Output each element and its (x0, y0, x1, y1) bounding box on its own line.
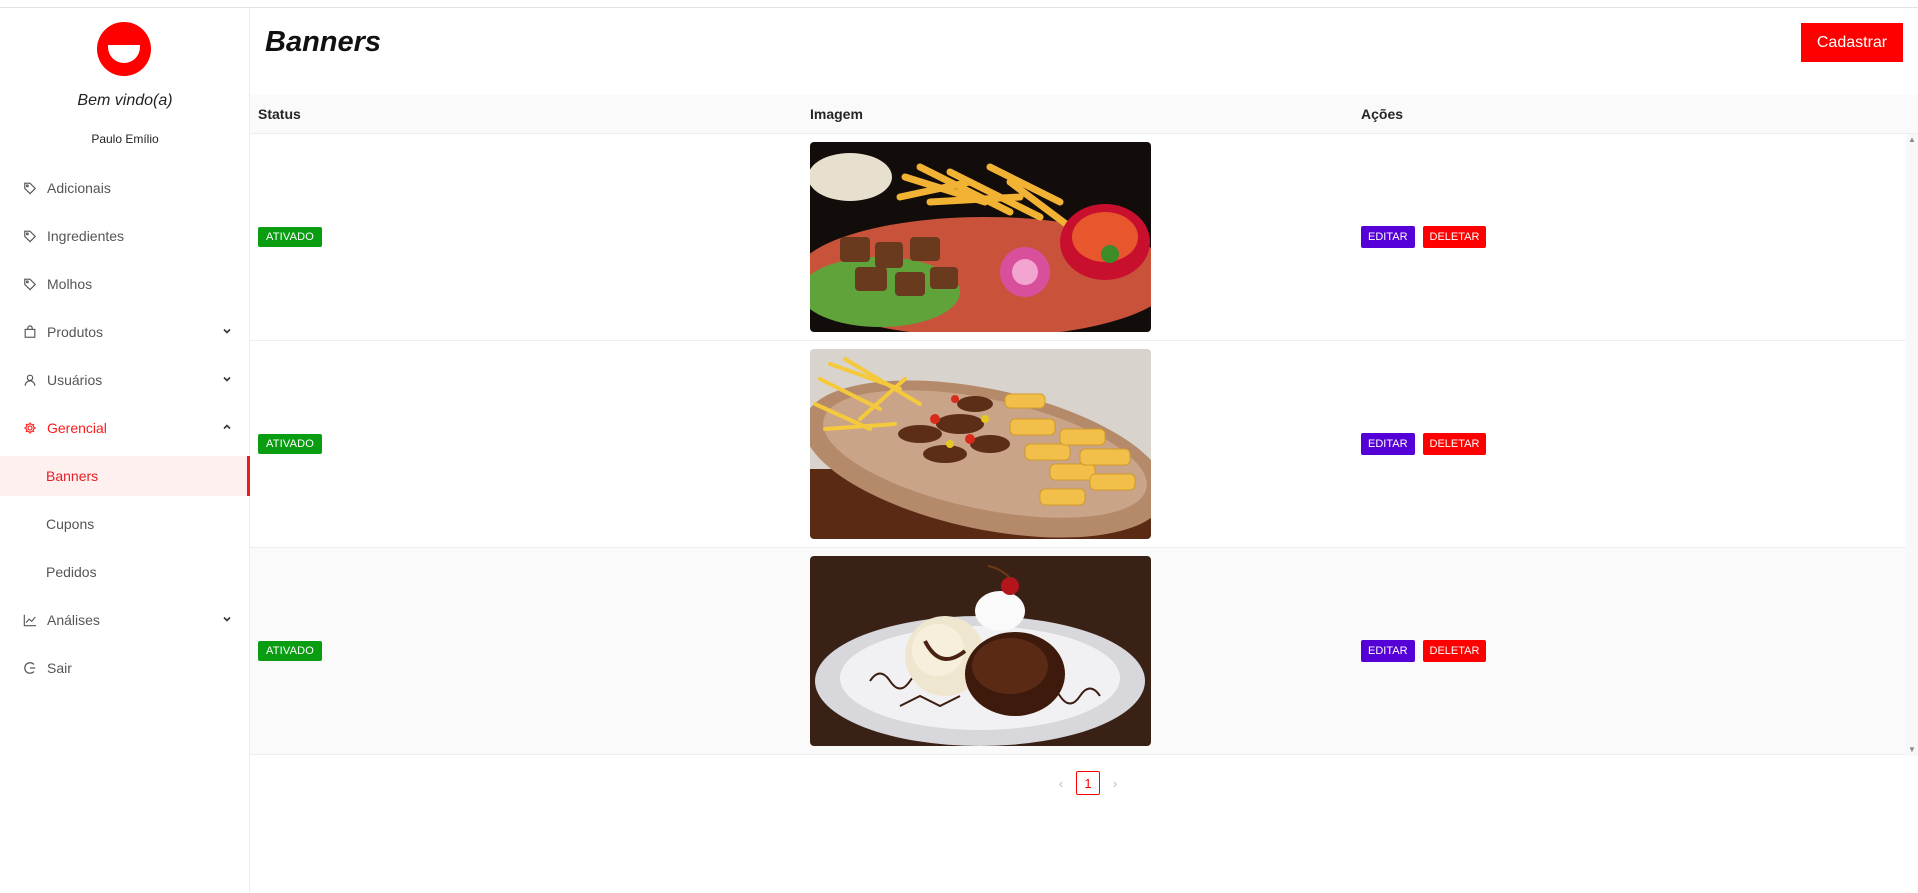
chevron-down-icon (223, 616, 231, 622)
tag-icon (23, 229, 37, 243)
sidebar-item-label: Adicionais (47, 180, 111, 196)
gear-icon (23, 421, 37, 435)
logout-icon (23, 661, 37, 675)
sidebar-item-gerencial[interactable]: Gerencial (0, 404, 250, 452)
page-number[interactable]: 1 (1076, 771, 1100, 795)
delete-button[interactable]: DELETAR (1422, 433, 1487, 455)
delete-button[interactable]: DELETAR (1422, 640, 1487, 662)
create-banner-button[interactable]: Cadastrar (1801, 23, 1903, 62)
column-header-actions[interactable]: Ações (1353, 106, 1918, 122)
sidebar-item-molhos[interactable]: Molhos (0, 260, 250, 308)
sidebar-item-label: Gerencial (47, 420, 107, 436)
main-content: Banners Cadastrar Status Imagem Ações AT… (250, 8, 1918, 893)
sidebar-item-label: Análises (47, 612, 100, 628)
welcome-text: Bem vindo(a) (77, 92, 173, 109)
sidebar-item-label: Produtos (47, 324, 104, 340)
scroll-up-icon[interactable]: ▲ (1908, 136, 1916, 144)
line-chart-icon (23, 613, 37, 627)
sidebar-item-usuarios[interactable]: Usuários (0, 356, 250, 404)
sidebar-item-label: Cupons (46, 516, 95, 532)
sidebar: Bem vindo(a) Paulo Emílio Adicionais Ing… (0, 8, 250, 893)
sidebar-item-label: Banners (46, 468, 99, 484)
top-border (0, 0, 1918, 8)
table-row: ATIVADO EDITAR DELETAR (250, 134, 1918, 341)
sidebar-menu: Adicionais Ingredientes Molhos Produtos (0, 164, 250, 692)
sidebar-item-label: Pedidos (46, 564, 97, 580)
chevron-right-icon[interactable]: › (1106, 776, 1124, 791)
edit-button[interactable]: EDITAR (1361, 640, 1415, 662)
sidebar-item-adicionais[interactable]: Adicionais (0, 164, 250, 212)
food-platter-image (810, 142, 1151, 332)
sidebar-item-analises[interactable]: Análises (0, 596, 250, 644)
status-badge: ATIVADO (258, 227, 323, 247)
pagination: ‹ 1 › (1052, 771, 1124, 795)
column-header-status[interactable]: Status (250, 106, 802, 122)
chevron-left-icon[interactable]: ‹ (1052, 776, 1070, 791)
sidebar-subitem-cupons[interactable]: Cupons (0, 500, 250, 548)
sidebar-item-label: Usuários (47, 372, 103, 388)
chevron-down-icon (223, 328, 231, 334)
edit-button[interactable]: EDITAR (1361, 433, 1415, 455)
sidebar-item-label: Sair (47, 660, 72, 676)
chevron-down-icon (223, 376, 231, 382)
tag-icon (23, 277, 37, 291)
table-row: ATIVADO EDITAR DELETAR (250, 548, 1918, 755)
brand-logo-icon (97, 22, 151, 76)
banners-table: Status Imagem Ações ATIVADO EDITAR DELET… (250, 95, 1918, 755)
table-row: ATIVADO EDITAR DELETAR (250, 341, 1918, 548)
edit-button[interactable]: EDITAR (1361, 226, 1415, 248)
sidebar-item-label: Ingredientes (47, 228, 125, 244)
status-badge: ATIVADO (258, 641, 323, 661)
user-name: Paulo Emílio (91, 132, 159, 146)
scroll-down-icon[interactable]: ▼ (1908, 746, 1916, 754)
sidebar-subitem-banners[interactable]: Banners (0, 456, 250, 496)
page-title: Banners (265, 26, 382, 58)
tag-icon (23, 181, 37, 195)
brownie-dessert-image (810, 556, 1151, 746)
beef-fries-image (810, 349, 1151, 539)
chevron-up-icon (223, 424, 231, 430)
sidebar-item-ingredientes[interactable]: Ingredientes (0, 212, 250, 260)
table-scrollbar[interactable]: ▲ ▼ (1906, 134, 1918, 756)
user-icon (23, 373, 37, 387)
sidebar-item-sair[interactable]: Sair (0, 644, 250, 692)
sidebar-subitem-pedidos[interactable]: Pedidos (0, 548, 250, 596)
delete-button[interactable]: DELETAR (1422, 226, 1487, 248)
sidebar-item-label: Molhos (47, 276, 93, 292)
shopping-bag-icon (23, 325, 37, 339)
table-header: Status Imagem Ações (250, 95, 1918, 134)
status-badge: ATIVADO (258, 434, 323, 454)
sidebar-item-produtos[interactable]: Produtos (0, 308, 250, 356)
column-header-image[interactable]: Imagem (802, 106, 1353, 122)
